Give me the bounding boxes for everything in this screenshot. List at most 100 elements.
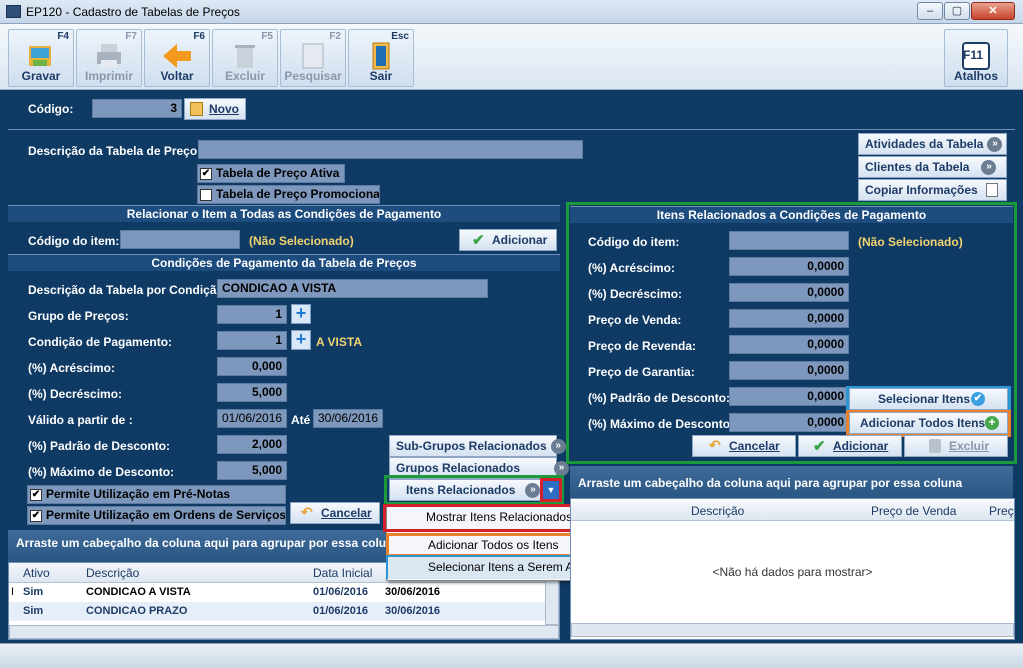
acr-label: (%) Acréscimo: <box>28 361 115 375</box>
tabela-promocional-checkbox[interactable]: Tabela de Preço Promocional <box>197 185 380 204</box>
relacionar-header: Relacionar o Item a Todas as Condições d… <box>8 205 560 222</box>
codigo-field[interactable]: 3 <box>92 99 182 118</box>
atalhos-key: F11 <box>963 48 984 62</box>
itens-garantia-field[interactable]: 0,0000 <box>729 361 849 380</box>
itens-venda-field[interactable]: 0,0000 <box>729 309 849 328</box>
itens-dec-field[interactable]: 0,0000 <box>729 283 849 302</box>
grid-header: Descrição Preço de Venda Preç <box>571 501 1014 521</box>
trash-icon <box>929 439 941 453</box>
pre-notas-checkbox[interactable]: ✔ Permite Utilização em Pré-Notas <box>27 485 286 504</box>
cell-fim: 30/06/2016 <box>385 586 441 598</box>
horizontal-scrollbar[interactable] <box>9 625 559 639</box>
tabela-ativa-checkbox[interactable]: ✔ Tabela de Preço Ativa <box>197 164 345 183</box>
checkmark-icon: ✔ <box>813 438 826 455</box>
voltar-label: Voltar <box>160 69 194 83</box>
itens-codigo-field[interactable] <box>729 231 849 250</box>
check-circle-icon: ✔ <box>971 392 985 406</box>
empty-grid-message: <Não há dados para mostrar> <box>712 565 873 579</box>
itens-cancelar-button[interactable]: ↶ Cancelar <box>692 435 796 457</box>
itens-grid: Descrição Preço de Venda Preç <Não há da… <box>570 498 1015 640</box>
toolbar: F4 Gravar F7 Imprimir F6 Voltar F5 Exclu… <box>0 24 1023 90</box>
shortcut-key: F2 <box>329 31 341 42</box>
padrao-label: (%) Padrão de Desconto: <box>28 439 171 453</box>
condicoes-header: Condições de Pagamento da Tabela de Preç… <box>8 254 560 271</box>
title-bar: EP120 - Cadastro de Tabelas de Preços – … <box>0 0 1023 24</box>
ordens-checkbox[interactable]: ✔ Permite Utilização em Ordens de Serviç… <box>27 506 286 525</box>
exit-door-icon <box>372 42 390 70</box>
table-row[interactable]: Sim CONDICAO PRAZO 01/06/2016 30/06/2016 <box>9 602 545 621</box>
checkbox-empty-icon <box>200 189 212 201</box>
subgrupos-button[interactable]: Sub-Grupos Relacionados» <box>389 435 566 457</box>
itens-garantia-label: Preço de Garantia: <box>588 365 695 379</box>
relacionar-codigo-field[interactable] <box>120 230 240 249</box>
horizontal-scrollbar[interactable] <box>571 623 1014 637</box>
selecionar-itens-button[interactable]: Selecionar Itens ✔ <box>849 388 1008 410</box>
itens-excluir-button[interactable]: Excluir <box>904 435 1008 457</box>
itens-venda-label: Preço de Venda: <box>588 313 682 327</box>
pesquisar-label: Pesquisar <box>284 69 342 83</box>
excluir-label: Excluir <box>224 69 266 83</box>
minimize-button[interactable]: – <box>917 2 943 20</box>
cell-inicio: 01/06/2016 <box>313 586 369 598</box>
itens-padrao-field[interactable]: 0,0000 <box>729 387 849 406</box>
imprimir-button[interactable]: F7 Imprimir <box>76 29 142 87</box>
adicionar-todos-itens-label: Adicionar Todos Itens <box>860 416 986 430</box>
valido-de-field[interactable]: 01/06/2016 <box>217 409 287 428</box>
relacionar-adicionar-button[interactable]: ✔ Adicionar <box>459 229 557 251</box>
max-field[interactable]: 5,000 <box>217 461 287 480</box>
copy-icon <box>986 183 998 197</box>
itens-revenda-field[interactable]: 0,0000 <box>729 335 849 354</box>
dec-field[interactable]: 5,000 <box>217 383 287 402</box>
novo-button[interactable]: Novo <box>184 98 246 120</box>
acr-field[interactable]: 0,000 <box>217 357 287 376</box>
clientes-button[interactable]: Clientes da Tabela » <box>858 156 1007 178</box>
itens-adicionar-button[interactable]: ✔ Adicionar <box>798 435 902 457</box>
voltar-button[interactable]: F6 Voltar <box>144 29 210 87</box>
ate-label: Até <box>291 413 311 427</box>
descricao-field[interactable] <box>198 140 583 159</box>
itens-max-field[interactable]: 0,0000 <box>729 413 849 432</box>
cond-plus-icon[interactable]: + <box>291 330 311 350</box>
col-descricao[interactable]: Descrição <box>691 504 744 518</box>
itens-acr-field[interactable]: 0,0000 <box>729 257 849 276</box>
cond-field[interactable]: 1 <box>217 331 287 350</box>
condicoes-cancelar-button[interactable]: ↶ Cancelar <box>290 502 380 524</box>
itens-excluir-label: Excluir <box>949 439 990 453</box>
chevron-right-icon: » <box>981 160 997 176</box>
separator <box>8 129 1015 130</box>
promocional-label: Tabela de Preço Promocional <box>216 187 380 201</box>
grupo-plus-icon[interactable]: + <box>291 304 311 324</box>
valido-ate-field[interactable]: 30/06/2016 <box>313 409 383 428</box>
shortcut-key: F7 <box>125 31 137 42</box>
col-ativo[interactable]: Ativo <box>23 566 50 580</box>
grupo-field[interactable]: 1 <box>217 305 287 324</box>
sair-button[interactable]: Esc Sair <box>348 29 414 87</box>
dropdown-arrow-icon[interactable]: ▼ <box>543 481 559 499</box>
desc-condicao-field[interactable]: CONDICAO A VISTA <box>217 279 488 298</box>
col-preco-truncated[interactable]: Preç <box>989 504 1014 518</box>
col-descricao[interactable]: Descrição <box>86 566 139 580</box>
atalhos-button[interactable]: F11 Atalhos <box>944 29 1008 87</box>
col-preco-venda[interactable]: Preço de Venda <box>871 504 956 518</box>
ordens-label: Permite Utilização em Ordens de Serviços <box>46 508 286 522</box>
col-data-inicial[interactable]: Data Inicial <box>313 566 372 580</box>
close-button[interactable]: ✕ <box>971 2 1015 20</box>
copiar-button[interactable]: Copiar Informações <box>858 179 1007 201</box>
valido-label: Válido a partir de : <box>28 413 133 427</box>
maximize-button[interactable]: ▢ <box>944 2 970 20</box>
status-bar <box>0 643 1023 668</box>
cell-inicio: 01/06/2016 <box>313 605 369 617</box>
padrao-field[interactable]: 2,000 <box>217 435 287 454</box>
cell-ativo: Sim <box>23 586 44 598</box>
pesquisar-button[interactable]: F2 Pesquisar <box>280 29 346 87</box>
gravar-button[interactable]: F4 Gravar <box>8 29 74 87</box>
excluir-button[interactable]: F5 Excluir <box>212 29 278 87</box>
checkbox-checked-icon: ✔ <box>30 489 42 501</box>
table-row[interactable]: I Sim CONDICAO A VISTA 01/06/2016 30/06/… <box>9 583 545 602</box>
atividades-button[interactable]: Atividades da Tabela» <box>858 133 1007 155</box>
itens-button[interactable]: Itens Relacionados » <box>389 479 557 501</box>
right-grid-groupbar[interactable]: Arraste um cabeçalho da coluna aqui para… <box>570 466 1013 498</box>
adicionar-todos-itens-button[interactable]: Adicionar Todos Itens + <box>849 412 1008 434</box>
pre-notas-label: Permite Utilização em Pré-Notas <box>46 487 231 501</box>
clientes-label: Clientes da Tabela <box>865 160 970 174</box>
